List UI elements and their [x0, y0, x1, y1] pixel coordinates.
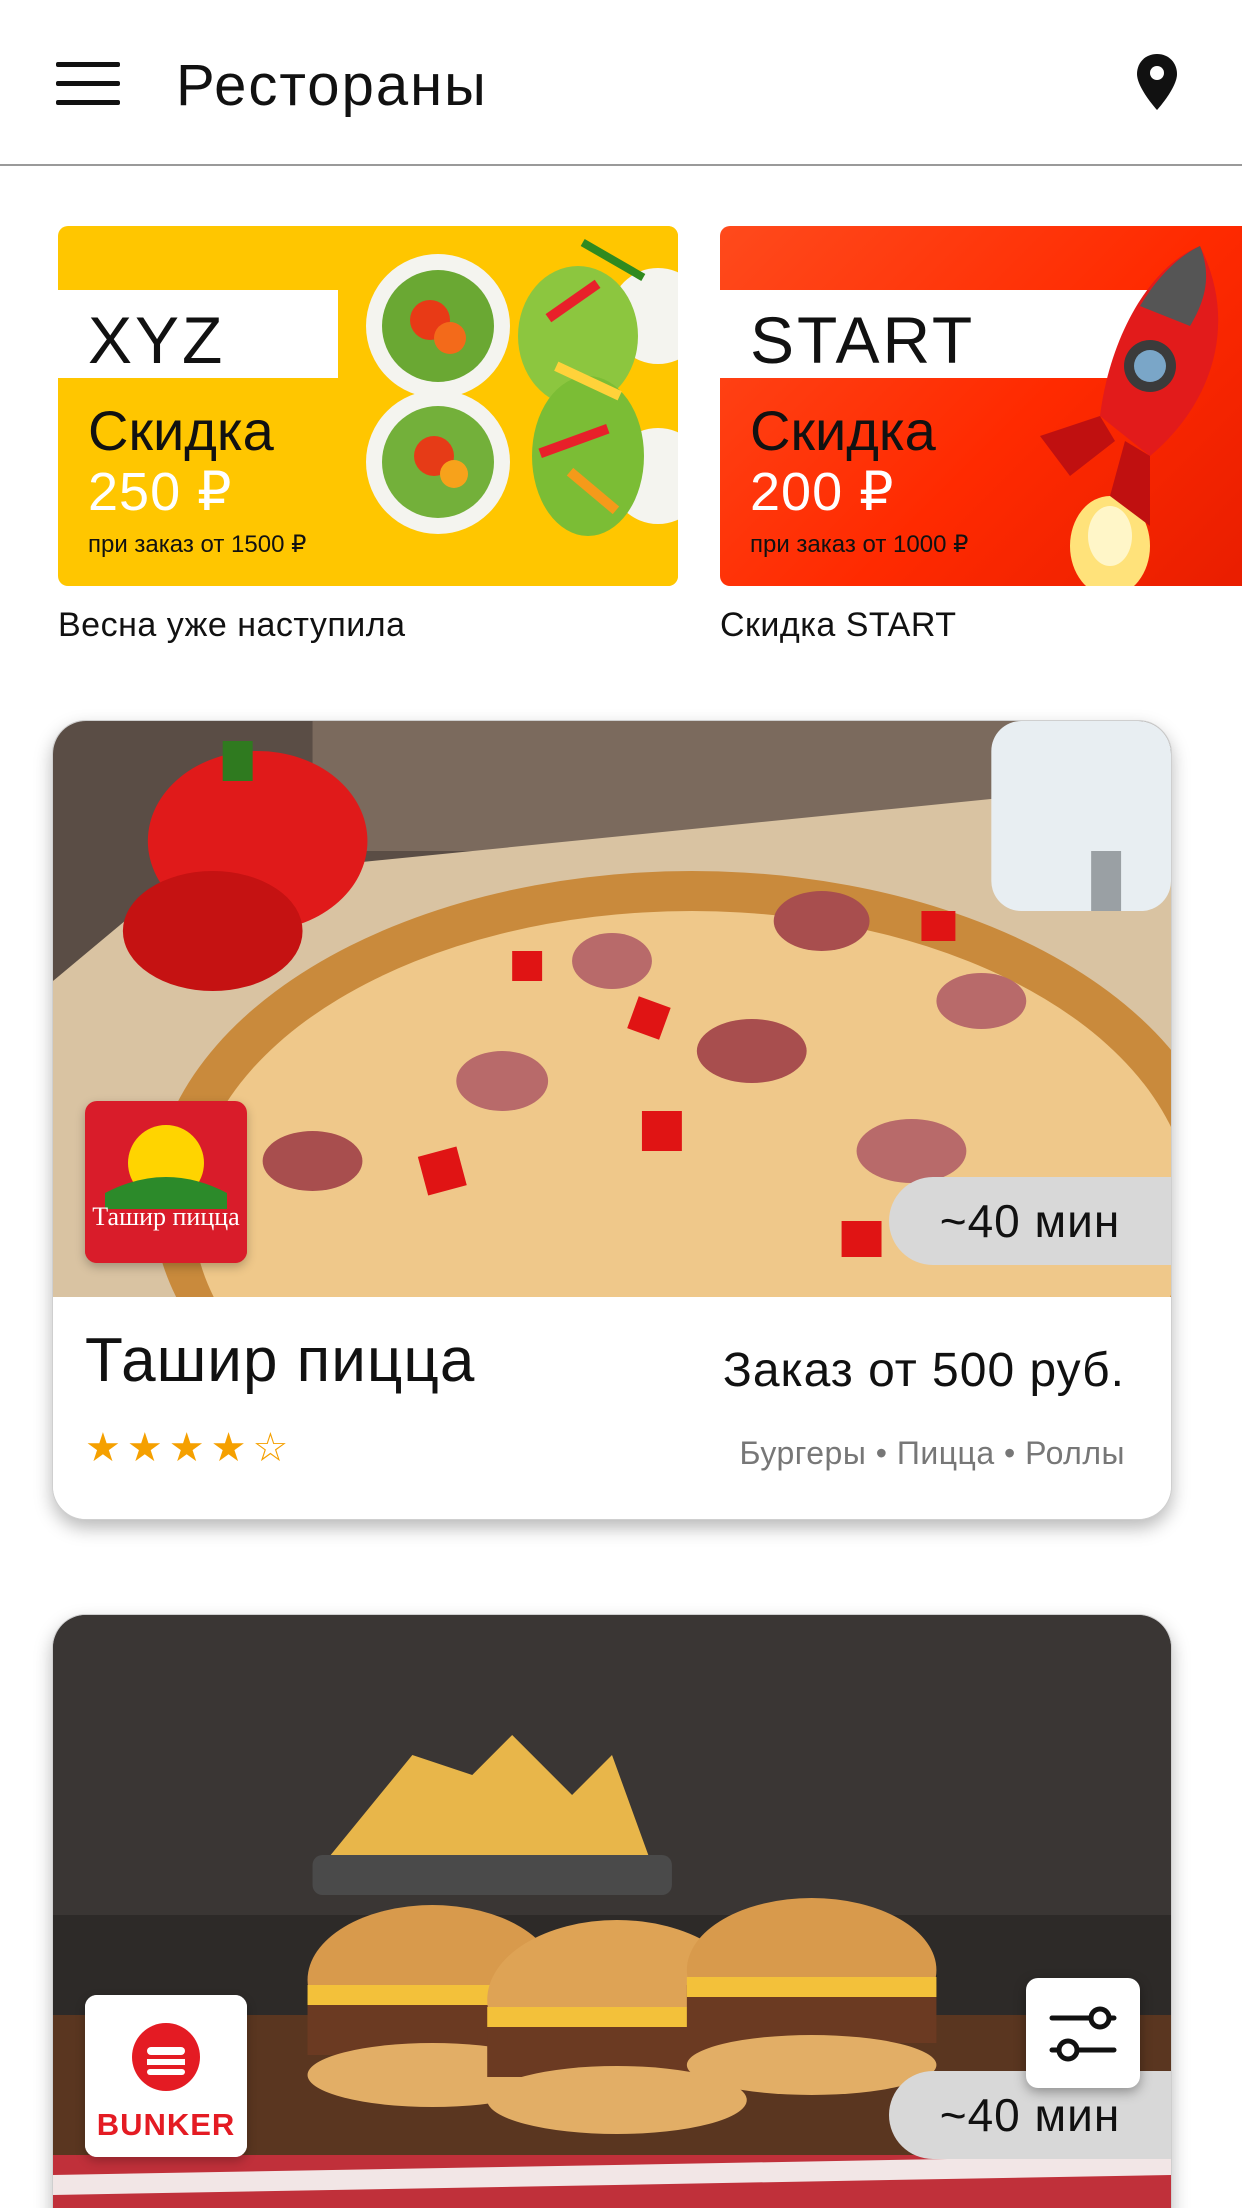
- app-header: Рестораны: [0, 0, 1242, 166]
- tashir-logo-icon: [85, 1101, 247, 1263]
- restaurant-logo: BUNKER: [85, 1995, 247, 2157]
- promo-caption: Скидка START: [720, 606, 957, 644]
- promo-label: Скидка: [88, 399, 274, 462]
- rating-stars: ★★★★☆: [85, 1426, 295, 1470]
- logo-text: BUNKER: [96, 2107, 236, 2142]
- filter-button[interactable]: [1026, 1978, 1140, 2088]
- card-info: Ташир пицца ★★★★☆ Заказ от 500 руб. Бург…: [53, 1297, 1171, 1519]
- promo-caption: Весна уже наступила: [58, 606, 406, 644]
- restaurant-card[interactable]: BUNKER ~40 мин: [52, 1614, 1172, 2208]
- restaurant-logo: Ташир пицца: [85, 1101, 247, 1263]
- hamburger-menu-icon[interactable]: [56, 62, 120, 106]
- promo-condition: при заказ от 1000 ₽: [750, 531, 969, 558]
- promo-amount: 250 ₽: [88, 462, 233, 522]
- location-pin-icon[interactable]: [1135, 52, 1179, 112]
- page-title: Рестораны: [176, 53, 488, 118]
- restaurant-card[interactable]: Ташир пицца ~40 мин Ташир пицца ★★★★☆ За…: [52, 720, 1172, 1520]
- cuisine-categories: Бургеры • Пицца • Роллы: [739, 1435, 1125, 1471]
- promo-banner-xyz[interactable]: XYZ Скидка 250 ₽ при заказ от 1500 ₽: [58, 226, 678, 586]
- promo-amount: 200 ₽: [750, 462, 895, 522]
- restaurants-screen: Рестораны XYZ Скидка 250 ₽ при заказ от …: [0, 0, 1242, 2208]
- sushi-rolls-image: [338, 226, 678, 586]
- promo-banner-start[interactable]: START Скидка 200 ₽ при заказ от 1000 ₽: [720, 226, 1242, 586]
- min-order: Заказ от 500 руб.: [722, 1344, 1125, 1397]
- promo-code: XYZ: [88, 303, 226, 377]
- restaurant-name: Ташир пицца: [85, 1326, 476, 1395]
- promo-code: START: [750, 303, 976, 377]
- filter-sliders-icon: [1049, 2006, 1117, 2062]
- rocket-image: [1040, 246, 1219, 586]
- promo-label: Скидка: [750, 399, 936, 462]
- promo-condition: при заказ от 1500 ₽: [88, 531, 307, 558]
- logo-text: Ташир пицца: [92, 1202, 240, 1231]
- delivery-time-badge: ~40 мин: [889, 1177, 1171, 1265]
